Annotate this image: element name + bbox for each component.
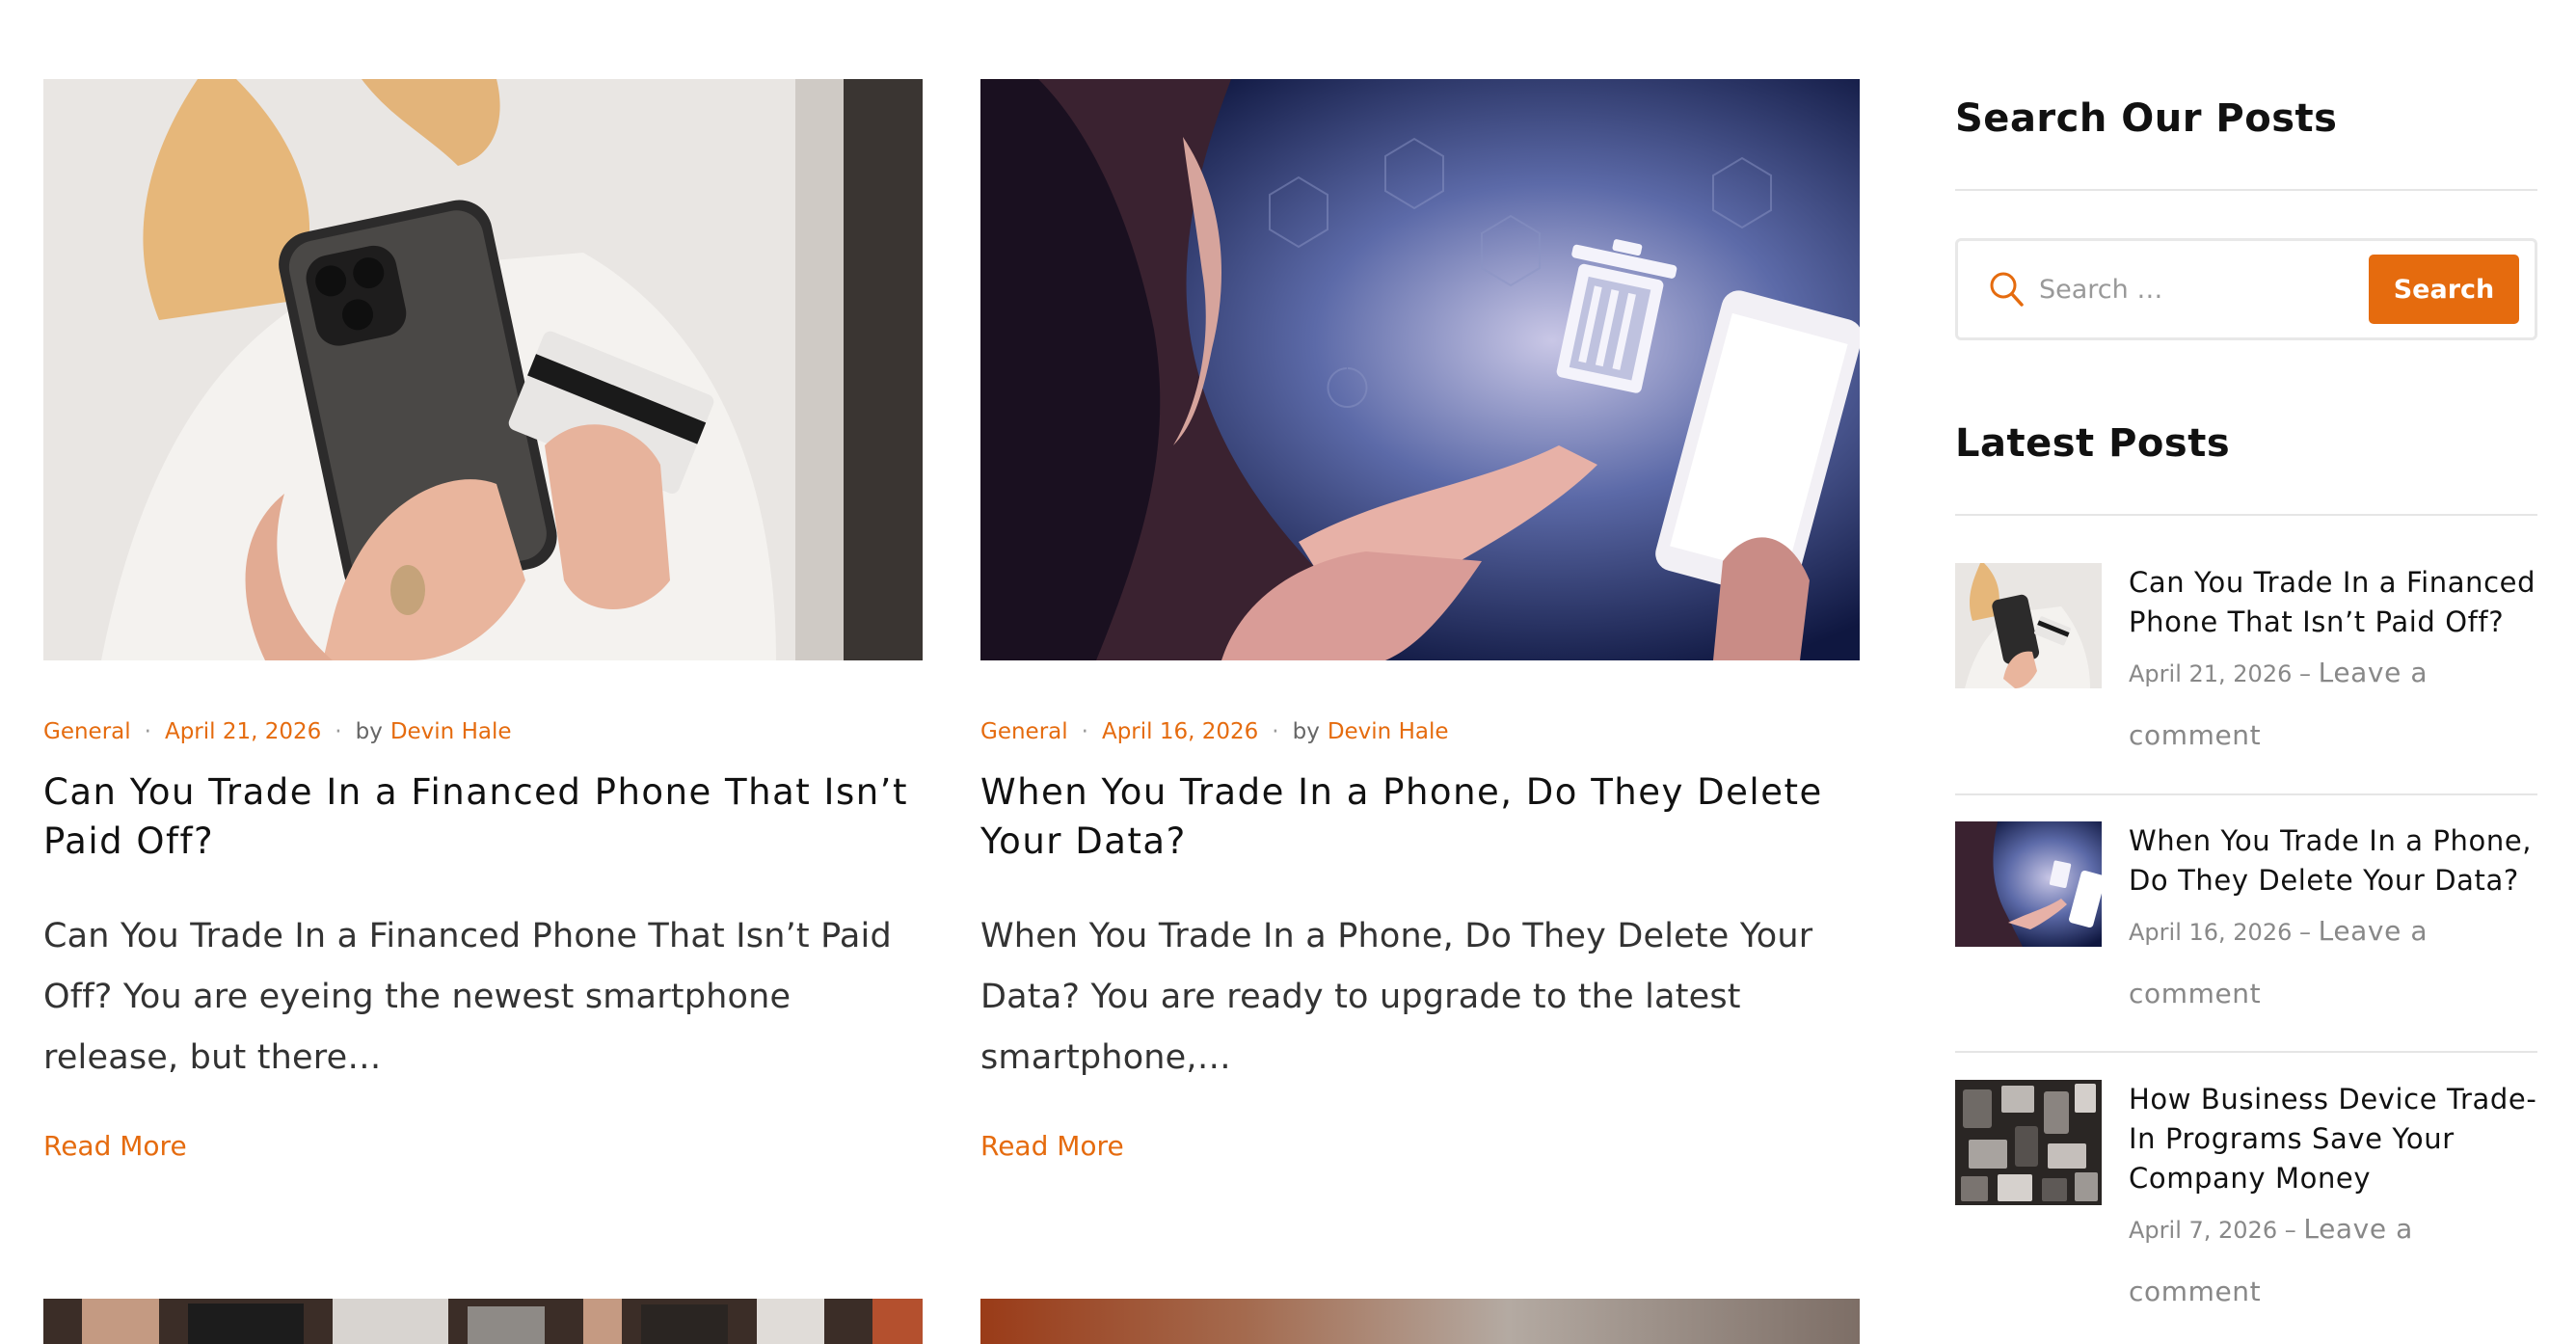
read-more-link[interactable]: Read More (980, 1130, 1124, 1162)
post-title-link[interactable]: Can You Trade In a Financed Phone That I… (43, 767, 923, 866)
post-date-link[interactable]: April 16, 2026 (1102, 719, 1258, 744)
post-date-link[interactable]: April 21, 2026 (165, 719, 321, 744)
divider (1955, 793, 2537, 795)
latest-post-date: April 7, 2026 (2129, 1217, 2278, 1244)
divider (1955, 514, 2537, 516)
post-byline-label: by (355, 719, 383, 744)
post-thumbnail-partial[interactable] (43, 1299, 923, 1344)
read-more-link[interactable]: Read More (43, 1130, 187, 1162)
post-byline-label: by (1292, 719, 1320, 744)
meta-separator: · (335, 719, 342, 744)
post-thumbnail-partial[interactable] (980, 1299, 1860, 1344)
latest-post-date: April 16, 2026 (2129, 919, 2293, 946)
post-category-link[interactable]: General (980, 719, 1068, 744)
latest-post-title-link[interactable]: How Business Device Trade-In Programs Sa… (2129, 1080, 2537, 1198)
post-thumbnail-phone-payment[interactable] (43, 79, 923, 660)
latest-post-item: Can You Trade In a Financed Phone That I… (1955, 563, 2537, 767)
post-category-link[interactable]: General (43, 719, 131, 744)
post-title-link[interactable]: When You Trade In a Phone, Do They Delet… (980, 767, 1860, 866)
latest-post-separator: – (2292, 660, 2319, 687)
latest-post-date: April 21, 2026 (2129, 660, 2293, 687)
divider (1955, 189, 2537, 191)
post-meta: General · April 16, 2026 · by Devin Hale (980, 719, 1860, 744)
latest-posts-title: Latest Posts (1955, 421, 2231, 466)
search-input[interactable] (2039, 274, 2369, 305)
post-thumbnail-phone-delete[interactable] (980, 79, 1860, 660)
latest-post-title-link[interactable]: Can You Trade In a Financed Phone That I… (2129, 563, 2537, 642)
meta-separator: · (144, 719, 151, 744)
post-author-link[interactable]: Devin Hale (1328, 719, 1449, 744)
search-form: Search (1955, 238, 2537, 340)
latest-post-thumbnail[interactable] (1955, 821, 2102, 947)
meta-separator: · (1081, 719, 1088, 744)
meta-separator: · (1272, 719, 1279, 744)
post-excerpt: Can You Trade In a Financed Phone That I… (43, 917, 892, 1077)
latest-post-separator: – (2292, 919, 2319, 946)
latest-post-thumbnail[interactable] (1955, 1080, 2102, 1205)
divider (1955, 1051, 2537, 1053)
search-button[interactable]: Search (2369, 255, 2519, 324)
latest-post-thumbnail[interactable] (1955, 563, 2102, 688)
latest-post-title-link[interactable]: When You Trade In a Phone, Do They Delet… (2129, 821, 2537, 900)
search-widget-title: Search Our Posts (1955, 96, 2338, 141)
latest-post-separator: – (2277, 1217, 2304, 1244)
post-meta: General · April 21, 2026 · by Devin Hale (43, 719, 923, 744)
post-author-link[interactable]: Devin Hale (390, 719, 512, 744)
blog-page: General · April 21, 2026 · by Devin Hale… (0, 0, 2576, 1344)
search-icon (1990, 272, 2024, 307)
post-card: General · April 16, 2026 · by Devin Hale… (980, 79, 1860, 1162)
post-excerpt: When You Trade In a Phone, Do They Delet… (980, 917, 1813, 1077)
latest-post-item: When You Trade In a Phone, Do They Delet… (1955, 821, 2537, 1026)
latest-post-item: How Business Device Trade-In Programs Sa… (1955, 1080, 2537, 1324)
post-card: General · April 21, 2026 · by Devin Hale… (43, 79, 923, 1162)
